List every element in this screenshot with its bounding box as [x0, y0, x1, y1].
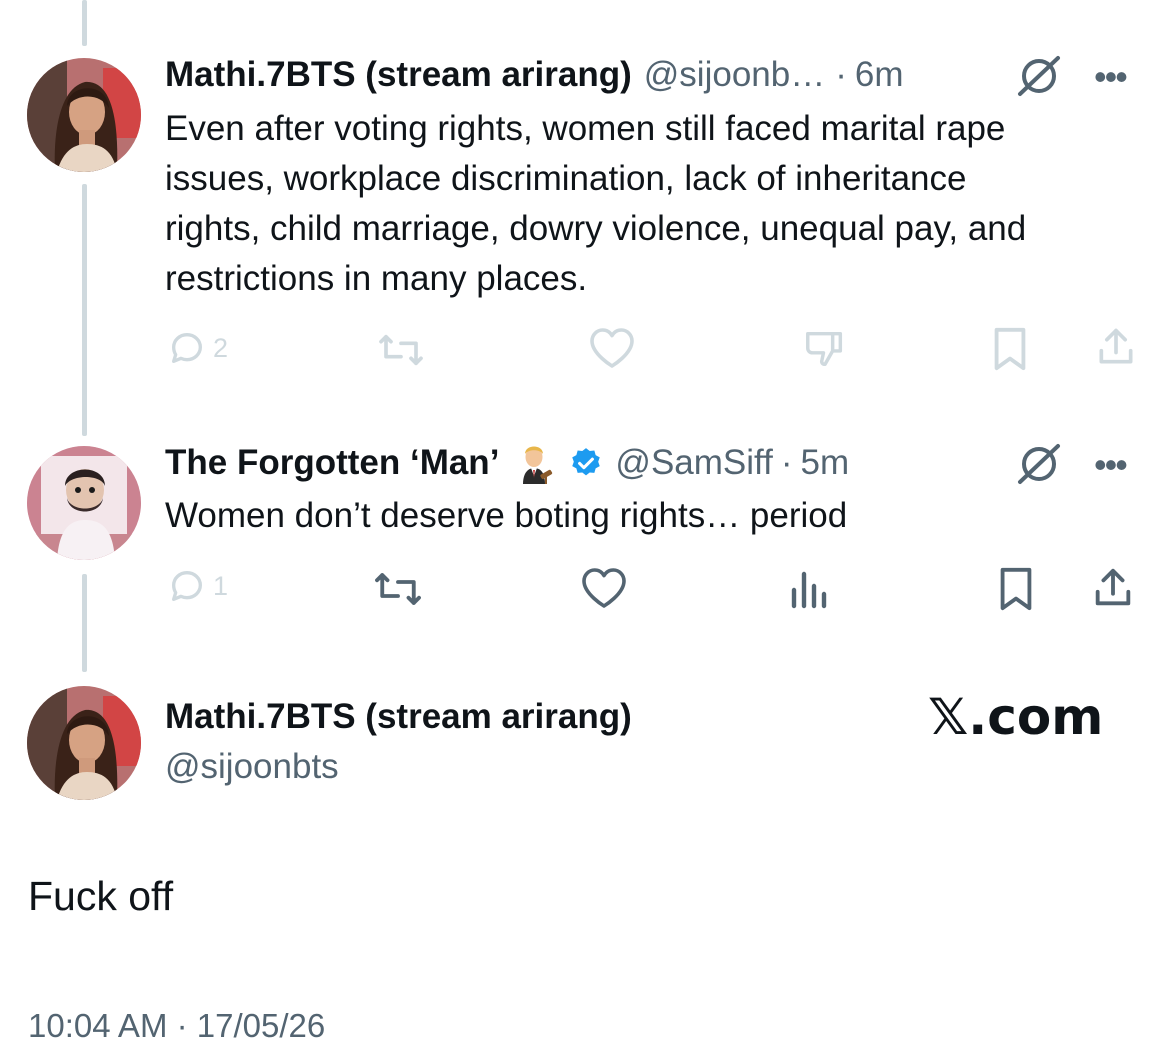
judge-emoji-icon [513, 442, 555, 484]
avatar[interactable] [27, 58, 141, 172]
retweet-icon [379, 334, 423, 366]
avatar[interactable] [27, 446, 141, 560]
separator-dot: · [780, 443, 793, 482]
like-button[interactable] [588, 326, 636, 370]
like-button[interactable] [580, 566, 628, 610]
bookmark-button[interactable] [990, 326, 1030, 372]
reply-button[interactable]: 1 [167, 566, 228, 606]
main-tweet-handle-row: @sijoonbts [165, 742, 339, 792]
main-tweet-header: Mathi.7BTS (stream arirang) [165, 692, 632, 742]
avatar[interactable] [27, 686, 141, 800]
handle[interactable]: @sijoonbts [165, 747, 339, 787]
like-icon [582, 568, 626, 608]
dislike-button[interactable] [802, 326, 848, 372]
reply-button[interactable]: 2 [167, 328, 228, 368]
more-icon[interactable]: ••• [1094, 444, 1128, 486]
bookmark-button[interactable] [996, 566, 1036, 612]
views-icon [791, 571, 827, 609]
like-icon [590, 328, 634, 368]
display-name[interactable]: The Forgotten ‘Man’ [165, 443, 499, 483]
bookmark-icon [1000, 567, 1032, 611]
timestamp[interactable]: 6m [855, 55, 904, 95]
verified-badge-icon [569, 446, 603, 480]
reply-count: 1 [213, 570, 229, 601]
dislike-icon [806, 331, 843, 367]
display-name[interactable]: Mathi.7BTS (stream arirang) [165, 55, 632, 95]
thread-line-top [82, 0, 87, 46]
main-tweet-text: Fuck off [28, 873, 174, 919]
grok-icon[interactable] [1014, 442, 1064, 486]
thread-line-bottom [82, 574, 87, 672]
reply-icon [172, 333, 202, 363]
handle[interactable]: @sijoonb… [644, 55, 825, 95]
retweet-button[interactable] [376, 330, 426, 370]
separator-dot: · [835, 55, 847, 94]
bookmark-icon [994, 327, 1026, 371]
tweet-text: Even after voting rights, women still fa… [165, 109, 1027, 298]
x-com-watermark: 𝕏.com [928, 688, 1104, 746]
handle[interactable]: @SamSiff [615, 443, 772, 483]
views-button[interactable] [788, 566, 832, 610]
display-name[interactable]: Mathi.7BTS (stream arirang) [165, 697, 632, 737]
share-icon [1095, 568, 1131, 606]
tweet-header: The Forgotten ‘Man’ @SamSiff · 5m [165, 438, 849, 488]
reply-count: 2 [213, 332, 229, 363]
retweet-button[interactable] [370, 568, 426, 610]
tweet-header: Mathi.7BTS (stream arirang) @sijoonb… · … [165, 50, 904, 100]
grok-icon[interactable] [1014, 54, 1064, 98]
reply-icon [172, 571, 202, 601]
retweet-icon [375, 573, 421, 605]
share-button[interactable] [1090, 564, 1136, 612]
tweet-text: Women don’t deserve boting rights… perio… [165, 496, 848, 535]
share-button[interactable] [1094, 324, 1138, 370]
thread-line-mid [82, 184, 87, 436]
main-tweet-timestamp[interactable]: 10:04 AM · 17/05/26 [28, 1004, 325, 1048]
share-icon [1099, 328, 1133, 364]
more-icon[interactable]: ••• [1094, 56, 1128, 98]
timestamp[interactable]: 5m [801, 443, 850, 483]
